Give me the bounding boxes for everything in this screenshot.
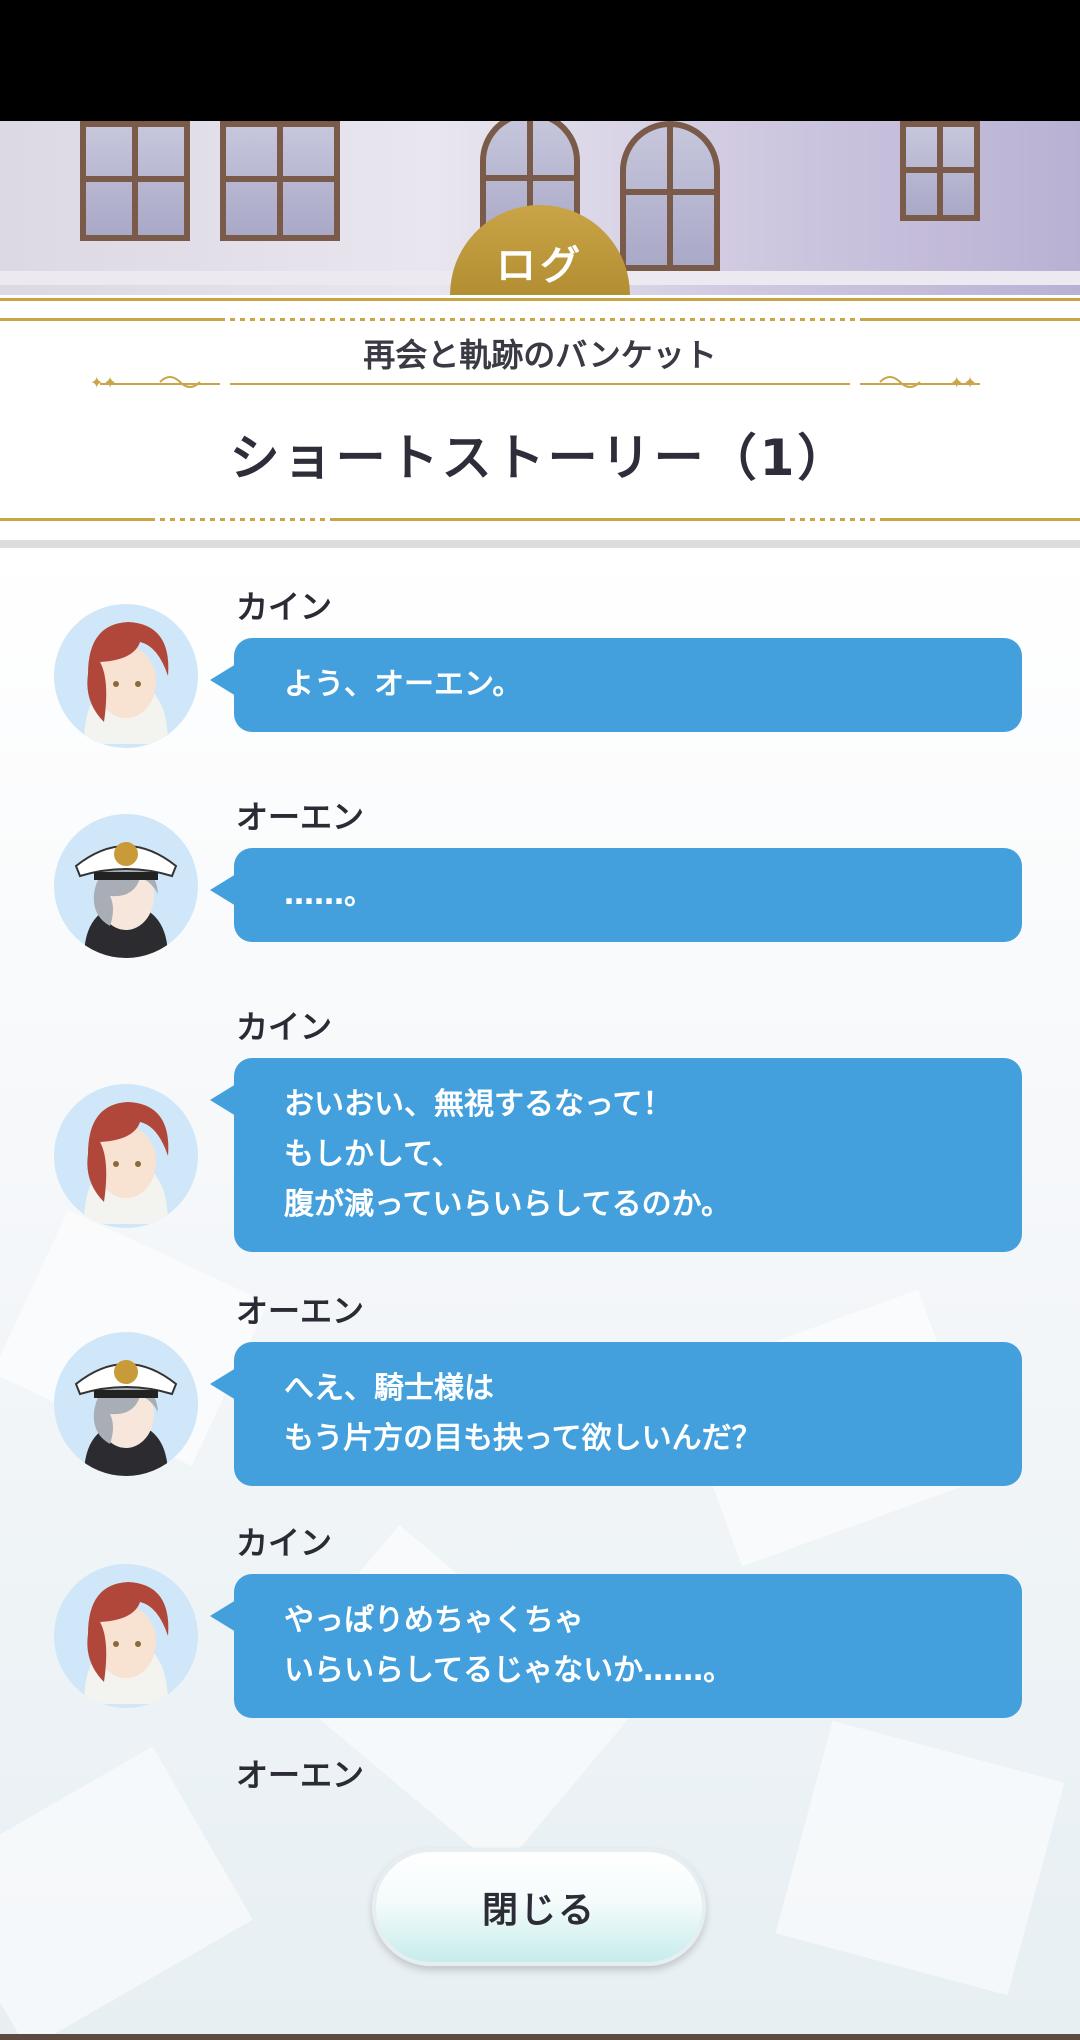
message-line: へえ、騎士様は	[284, 1371, 494, 1406]
window-decoration	[620, 121, 720, 271]
gold-divider	[0, 318, 220, 321]
gold-divider	[330, 518, 780, 521]
log-tab-label: ログ	[496, 243, 584, 289]
speaker-name: オーエン	[236, 1292, 365, 1330]
story-title: ショートストーリー（1）	[229, 429, 851, 487]
panel-divider	[0, 540, 1080, 548]
close-button[interactable]: 閉じる	[372, 1848, 706, 1966]
message-bubble: やっぱりめちゃくちゃ いらいらしてるじゃないか……。	[210, 1574, 1022, 1718]
owen-avatar	[54, 814, 198, 958]
window-decoration	[220, 121, 340, 241]
message-bubble: よう、オーエン。	[210, 638, 1022, 732]
message-line: いらいらしてるじゃないか……。	[284, 1653, 734, 1688]
conversation-log[interactable]: カイン よう、オーエン。 オーエン ……。 カイン おいおい、無視するなって！ …	[0, 548, 1080, 2040]
event-title: 再会と軌跡のバンケット	[363, 336, 717, 374]
gold-divider	[0, 518, 150, 521]
bottom-edge	[0, 2034, 1080, 2040]
speaker-name: カイン	[236, 588, 333, 626]
gold-divider	[880, 518, 1080, 521]
speaker-name: カイン	[236, 1008, 333, 1046]
background-facet	[775, 1720, 1065, 1996]
message-bubble: ……。	[210, 848, 1022, 942]
message-line: おいおい、無視するなって！	[284, 1087, 673, 1122]
svg-text:✦✦: ✦✦	[90, 373, 117, 392]
gold-dash-divider	[780, 518, 880, 521]
window-decoration	[80, 121, 190, 241]
background-facet	[0, 1746, 253, 2040]
message-line: よう、オーエン。	[284, 667, 523, 702]
speaker-name: オーエン	[236, 798, 365, 836]
status-bar	[0, 0, 1080, 121]
gold-dash-divider	[150, 518, 330, 521]
ornament-left-icon: ✦✦	[90, 373, 201, 392]
gold-dash-divider	[220, 318, 860, 321]
gold-divider	[0, 298, 1080, 301]
gold-divider	[860, 318, 1080, 321]
message-line: ……。	[284, 877, 374, 912]
message-line: 腹が減っていらいらしてるのか。	[284, 1187, 731, 1222]
message-line: やっぱりめちゃくちゃ	[284, 1603, 584, 1638]
ornament-right-icon: ✦✦	[879, 373, 977, 392]
owen-avatar	[54, 1332, 198, 1476]
kain-avatar	[54, 1084, 198, 1228]
close-button-label: 閉じる	[481, 1890, 596, 1931]
message-line: もしかして、	[284, 1137, 462, 1172]
kain-avatar	[54, 1564, 198, 1708]
message-bubble: おいおい、無視するなって！ もしかして、 腹が減っていらいらしてるのか。	[210, 1058, 1022, 1252]
speaker-name: オーエン	[236, 1756, 365, 1794]
window-decoration	[900, 121, 980, 221]
message-bubble: へえ、騎士様は もう片方の目も抉って欲しいんだ？	[210, 1342, 1022, 1486]
kain-avatar	[54, 604, 198, 748]
message-line: もう片方の目も抉って欲しいんだ？	[284, 1421, 762, 1456]
ornament-line	[230, 383, 850, 385]
svg-text:✦✦: ✦✦	[950, 373, 977, 392]
speaker-name: カイン	[236, 1524, 333, 1562]
